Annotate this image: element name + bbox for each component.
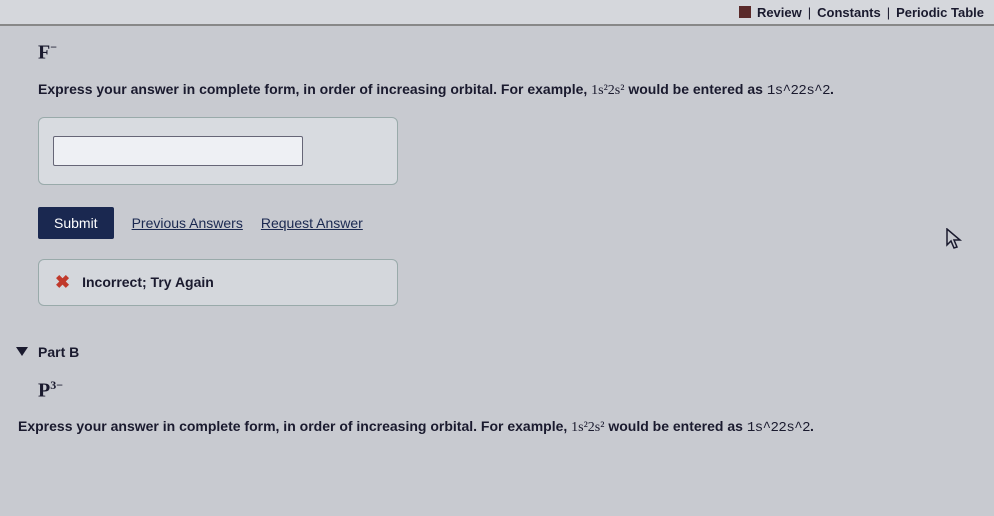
instruction-prefix: Express your answer in complete form, in… [18, 418, 571, 434]
answer-input[interactable] [53, 136, 303, 166]
species-formula-a: F− [38, 40, 57, 65]
constants-link[interactable]: Constants [817, 5, 881, 20]
instruction-suffix: . [830, 81, 834, 97]
flag-icon [739, 6, 751, 18]
example-plain: 1s^22s^2 [767, 83, 830, 99]
answer-box [38, 117, 398, 185]
caret-down-icon [16, 347, 28, 356]
submit-button[interactable]: Submit [38, 207, 114, 239]
separator: | [808, 5, 811, 20]
example-plain: 1s^22s^2 [747, 420, 810, 436]
feedback-box: ✖ Incorrect; Try Again [38, 259, 398, 306]
incorrect-icon: ✖ [55, 272, 70, 293]
species-formula-b: P3− [38, 378, 63, 403]
separator: | [887, 5, 890, 20]
instruction-b: Express your answer in complete form, in… [18, 418, 976, 436]
example-math: 1s²2s² [571, 420, 604, 435]
previous-answers-link[interactable]: Previous Answers [132, 215, 243, 231]
example-math: 1s²2s² [591, 83, 624, 98]
species-base: P [38, 379, 50, 401]
actions-row: Submit Previous Answers Request Answer [38, 207, 976, 239]
periodic-table-link[interactable]: Periodic Table [896, 5, 984, 20]
species-charge: − [50, 40, 57, 54]
feedback-text: Incorrect; Try Again [82, 274, 214, 290]
instruction-prefix: Express your answer in complete form, in… [38, 81, 591, 97]
instruction-mid: would be entered as [624, 81, 766, 97]
instruction-suffix: . [810, 418, 814, 434]
part-b-header[interactable]: Part B [16, 344, 976, 360]
request-answer-link[interactable]: Request Answer [261, 215, 363, 231]
instruction-a: Express your answer in complete form, in… [38, 81, 976, 99]
species-charge: 3− [50, 378, 63, 392]
species-base: F [38, 42, 50, 64]
review-link[interactable]: Review [757, 5, 802, 20]
part-b-title: Part B [38, 344, 79, 360]
instruction-mid: would be entered as [604, 418, 746, 434]
top-bar: Review | Constants | Periodic Table [0, 0, 994, 26]
